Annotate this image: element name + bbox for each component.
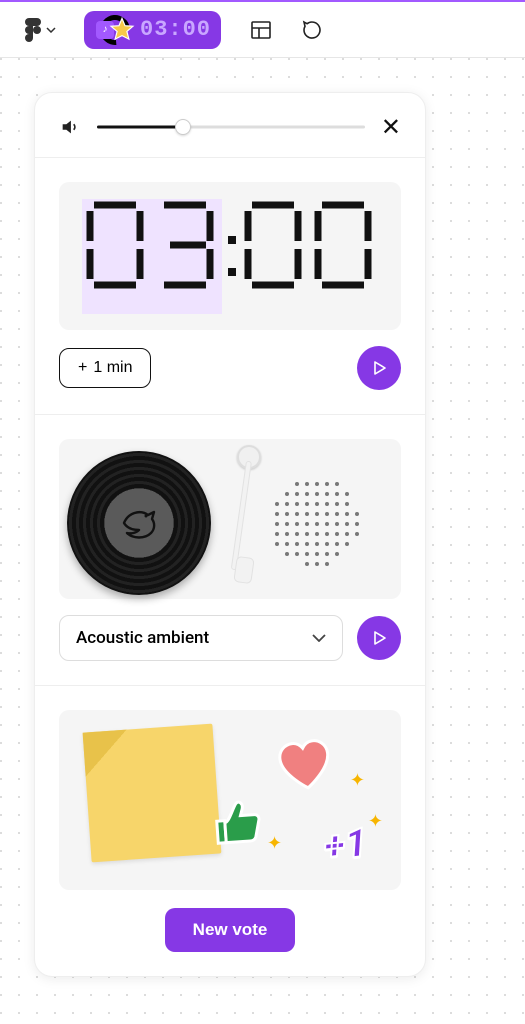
plus-one-sticker: +1 (321, 819, 369, 870)
timer-display-box: 03 (59, 182, 401, 330)
volume-slider[interactable] (97, 125, 365, 129)
sparkle-icon: ✦ (368, 811, 383, 832)
timer-section: 03 (35, 158, 425, 415)
figma-menu[interactable] (24, 17, 56, 43)
play-icon (371, 360, 387, 376)
timer-widget-pill[interactable]: ♪ 03:00 (84, 11, 221, 49)
sticky-note-icon (83, 724, 222, 863)
chevron-down-icon (312, 634, 326, 642)
timer-play-button[interactable] (357, 346, 401, 390)
sparkle-icon: ✦ (350, 770, 365, 791)
add-minute-label: 1 min (93, 359, 132, 377)
speaker-grille-icon (265, 472, 359, 566)
chat-icon[interactable] (301, 18, 325, 42)
star-icon (108, 16, 136, 44)
add-minute-button[interactable]: + 1 min (59, 348, 151, 388)
record-player (67, 439, 237, 599)
music-visual-box (59, 439, 401, 599)
vote-section: +1 ✦ ✦ ✦ New vote (35, 686, 425, 976)
thumbs-up-icon (205, 792, 265, 856)
vinyl-record-icon (67, 451, 211, 595)
figjam-widget-panel: ✕ (34, 92, 426, 977)
bird-icon (114, 498, 164, 548)
layout-icon[interactable] (249, 18, 273, 42)
volume-slider-thumb[interactable] (175, 119, 191, 135)
timer-minutes (84, 199, 220, 291)
plus-icon: + (78, 359, 87, 377)
timer-seconds (242, 199, 378, 291)
pill-timer-display: 03:00 (140, 17, 211, 42)
volume-icon[interactable] (59, 116, 81, 138)
panel-header: ✕ (35, 93, 425, 158)
chevron-down-icon (46, 27, 56, 33)
sparkle-icon: ✦ (267, 833, 282, 854)
music-track-select[interactable]: Acoustic ambient (59, 615, 343, 661)
music-track-label: Acoustic ambient (76, 628, 209, 648)
music-section: Acoustic ambient (35, 415, 425, 686)
heart-icon (274, 736, 336, 793)
music-play-button[interactable] (357, 616, 401, 660)
pill-icons: ♪ (94, 14, 134, 46)
figma-logo-icon (24, 17, 42, 43)
new-vote-button[interactable]: New vote (165, 908, 296, 952)
vote-visual-box: +1 ✦ ✦ ✦ (59, 710, 401, 890)
timer-colon (222, 210, 242, 302)
close-icon[interactable]: ✕ (381, 115, 401, 139)
play-icon (371, 630, 387, 646)
timer-display[interactable]: 03 (82, 199, 378, 314)
top-toolbar: ♪ 03:00 (0, 0, 525, 58)
